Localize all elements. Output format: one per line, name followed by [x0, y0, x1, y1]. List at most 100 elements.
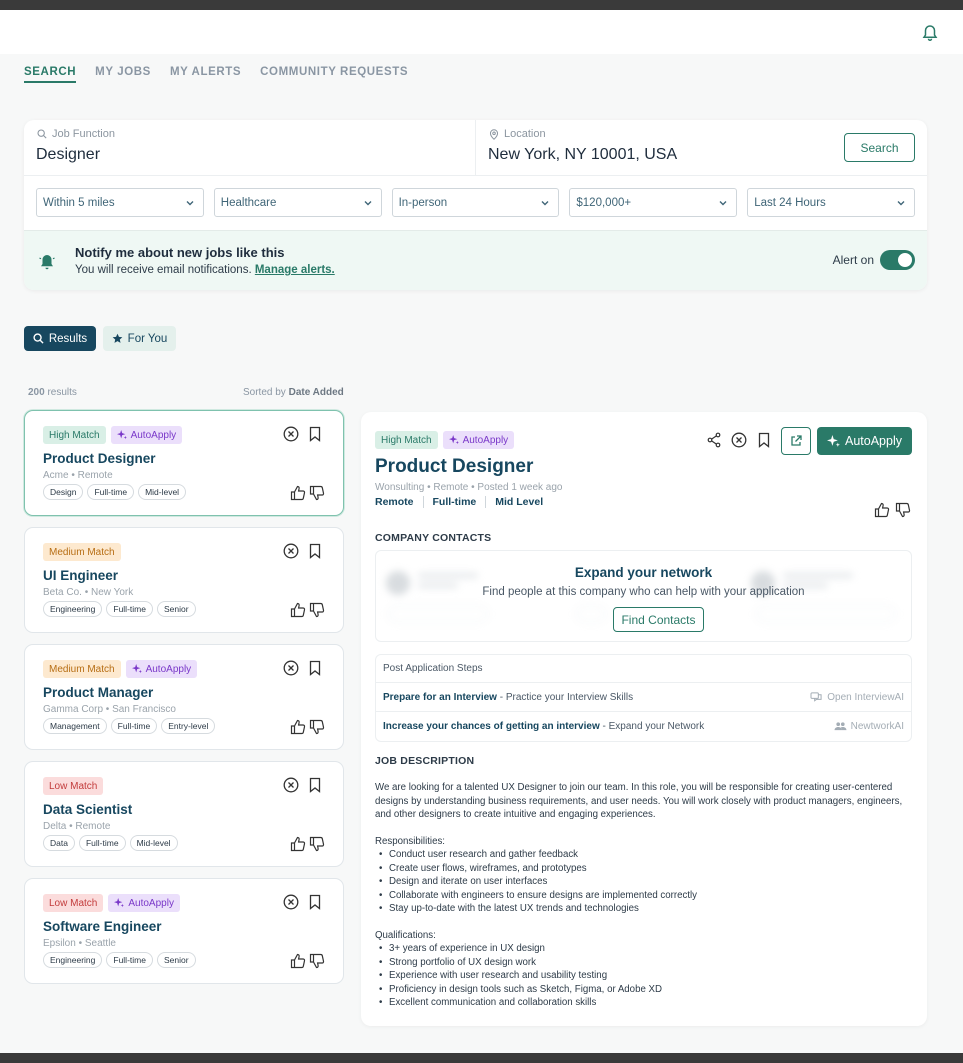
thumbs-down-icon[interactable]: [309, 485, 325, 501]
bookmark-icon[interactable]: [307, 426, 323, 442]
job-card[interactable]: High Match AutoApply Product Designer Ac…: [24, 410, 344, 516]
autoapply-badge: AutoApply: [442, 431, 515, 449]
bookmark-icon[interactable]: [756, 432, 772, 448]
job-function-input[interactable]: [36, 146, 356, 164]
job-company-location: Delta • Remote: [43, 821, 111, 832]
search-button[interactable]: Search: [844, 133, 915, 162]
job-title: UI Engineer: [43, 568, 119, 583]
networkai-link[interactable]: NewtworkAI: [834, 721, 904, 732]
nav-tab-my-jobs[interactable]: MY JOBS: [95, 66, 151, 83]
job-company-location: Acme • Remote: [43, 470, 113, 481]
company-contacts-heading: COMPANY CONTACTS: [375, 532, 492, 544]
open-external-button[interactable]: [781, 427, 811, 455]
list-item: Conduct user research and gather feedbac…: [375, 848, 905, 862]
job-tag: Engineering: [43, 601, 103, 617]
dismiss-icon[interactable]: [283, 894, 299, 910]
people-icon: [834, 722, 847, 731]
thumbs-down-icon[interactable]: [309, 602, 325, 618]
bookmark-icon[interactable]: [307, 543, 323, 559]
find-contacts-button[interactable]: Find Contacts: [613, 607, 704, 632]
job-card[interactable]: Medium Match AutoApply Product Manager G…: [24, 644, 344, 750]
open-interviewai-link[interactable]: Open InterviewAI: [810, 692, 904, 703]
list-item: Proficiency in design tools such as Sket…: [375, 983, 905, 997]
job-tag: Full-time: [106, 601, 153, 617]
nav-tab-community-requests[interactable]: COMMUNITY REQUESTS: [260, 66, 408, 83]
network-subtitle: Find people at this company who can help…: [482, 586, 805, 598]
thumbs-down-icon[interactable]: [309, 836, 325, 852]
thumbs-up-icon[interactable]: [290, 602, 306, 618]
thumbs-up-icon[interactable]: [290, 836, 306, 852]
step-row: Prepare for an Interview - Practice your…: [376, 683, 911, 712]
chat-icon: [810, 691, 822, 702]
job-tag: Entry-level: [161, 718, 216, 734]
for-you-tab[interactable]: For You: [103, 326, 176, 351]
distance-dropdown[interactable]: Within 5 miles: [36, 188, 204, 217]
match-badge: Medium Match: [43, 660, 121, 678]
results-tab[interactable]: Results: [24, 326, 96, 351]
bookmark-icon[interactable]: [307, 894, 323, 910]
location-input[interactable]: [488, 146, 808, 164]
bell-icon[interactable]: [921, 22, 939, 42]
job-title: Data Scientist: [43, 802, 133, 817]
dismiss-icon[interactable]: [731, 432, 747, 448]
thumbs-down-icon[interactable]: [309, 953, 325, 969]
dismiss-icon[interactable]: [283, 777, 299, 793]
list-item: Excellent communication and collaboratio…: [375, 996, 905, 1010]
filter-bar: Within 5 miles Healthcare In-person $120…: [24, 175, 927, 230]
post-application-steps: Post Application Steps Prepare for an In…: [375, 654, 912, 742]
alert-toggle[interactable]: [880, 250, 915, 270]
job-card[interactable]: Low Match AutoApply Software Engineer Ep…: [24, 878, 344, 984]
thumbs-down-icon[interactable]: [309, 719, 325, 735]
workplace-dropdown[interactable]: In-person: [391, 188, 560, 217]
chevron-down-icon: [897, 200, 905, 205]
thumbs-up-icon[interactable]: [290, 953, 306, 969]
job-title: Product Designer: [43, 451, 156, 466]
thumbs-up-icon[interactable]: [874, 502, 890, 518]
thumbs-up-icon[interactable]: [290, 719, 306, 735]
autoapply-button[interactable]: AutoApply: [817, 427, 912, 455]
bookmark-icon[interactable]: [307, 660, 323, 676]
thumbs-up-icon[interactable]: [290, 485, 306, 501]
job-tag: Full-time: [78, 835, 126, 851]
job-card[interactable]: Medium Match UI Engineer Beta Co. • New …: [24, 527, 344, 633]
chevron-down-icon: [541, 200, 549, 205]
job-company-location: Epsilon • Seattle: [43, 938, 116, 949]
external-link-icon: [791, 435, 802, 446]
list-item: Design and iterate on user interfaces: [375, 875, 905, 889]
steps-heading: Post Application Steps: [376, 655, 911, 683]
location-field: Location Search: [476, 120, 927, 175]
job-tag: Full-time: [87, 484, 135, 500]
chevron-down-icon: [364, 200, 372, 205]
list-item: Stay up-to-date with the latest UX trend…: [375, 902, 905, 916]
date-posted-dropdown[interactable]: Last 24 Hours: [747, 188, 915, 217]
app-window: SEARCH MY JOBS MY ALERTS COMMUNITY REQUE…: [0, 10, 963, 1053]
list-item: Collaborate with engineers to ensure des…: [375, 889, 905, 903]
qualifications-heading: Qualifications:: [375, 929, 436, 941]
share-icon[interactable]: [706, 432, 722, 448]
bell-ringing-icon: [39, 255, 55, 270]
dismiss-icon[interactable]: [283, 426, 299, 442]
alert-toggle-label: Alert on: [832, 253, 874, 267]
bookmark-icon[interactable]: [307, 777, 323, 793]
nav-tab-my-alerts[interactable]: MY ALERTS: [170, 66, 241, 83]
match-badge: Low Match: [43, 894, 104, 912]
dismiss-icon[interactable]: [283, 543, 299, 559]
autoapply-badge: AutoApply: [108, 894, 180, 912]
sparkle-icon: [448, 435, 459, 445]
results-count: 200 results: [28, 387, 77, 398]
qualifications-list: 3+ years of experience in UX design Stro…: [375, 942, 905, 1010]
autoapply-badge: AutoApply: [125, 660, 198, 678]
salary-dropdown[interactable]: $120,000+: [569, 188, 738, 217]
sparkle-icon: [114, 898, 125, 908]
alert-subtitle: You will receive email notifications. Ma…: [75, 264, 335, 276]
job-card[interactable]: Low Match Data Scientist Delta • Remote …: [24, 761, 344, 867]
manage-alerts-link[interactable]: Manage alerts.: [255, 264, 335, 276]
dismiss-icon[interactable]: [283, 660, 299, 676]
detail-job-title: Product Designer: [375, 456, 534, 477]
detail-job-meta: Wonsulting • Remote • Posted 1 week ago: [375, 482, 563, 493]
match-badge: Medium Match: [43, 543, 121, 561]
thumbs-down-icon[interactable]: [895, 502, 911, 518]
job-tag: Mid-level: [129, 835, 178, 851]
industry-dropdown[interactable]: Healthcare: [213, 188, 382, 217]
nav-tab-search[interactable]: SEARCH: [24, 66, 77, 83]
